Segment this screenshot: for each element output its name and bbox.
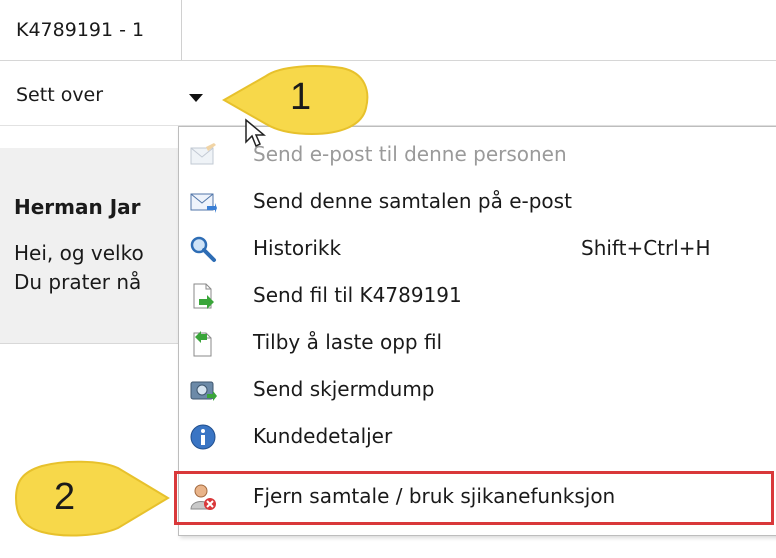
menu-item-offer-upload[interactable]: Tilby å laste opp fil	[179, 321, 776, 365]
file-send-icon	[193, 283, 214, 309]
menu-item-send-email[interactable]: Send e-post til denne personen	[179, 133, 776, 177]
menu-item-label: Send skjermdump	[253, 377, 435, 401]
callout-two-number: 2	[54, 476, 76, 518]
menu-item-history[interactable]: Historikk Shift+Ctrl+H	[179, 227, 776, 271]
file-upload-icon	[193, 331, 212, 357]
chevron-down-icon	[189, 94, 203, 102]
conversation-tab[interactable]: K4789191 - 1	[8, 0, 182, 60]
menu-item-send-screenshot[interactable]: Send skjermdump	[179, 368, 776, 412]
chat-participant-name: Herman Jar	[14, 195, 141, 219]
highlight-frame	[174, 471, 774, 525]
chat-message-line: Du prater nå	[14, 270, 142, 294]
menu-item-label: Kundedetaljer	[253, 424, 393, 448]
menu-item-customer-details[interactable]: Kundedetaljer	[179, 415, 776, 459]
menu-item-label: Send fil til K4789191	[253, 283, 462, 307]
toolbar	[0, 61, 776, 126]
info-icon	[190, 424, 216, 450]
screenshot-icon	[190, 381, 217, 401]
menu-item-label: Historikk	[253, 236, 342, 260]
chat-message-line: Hei, og velko	[14, 241, 144, 265]
callout-one-number: 1	[290, 76, 312, 118]
callout-two-badge	[14, 460, 170, 537]
menu-dropdown-button[interactable]	[180, 80, 216, 116]
menu-item-shortcut: Shift+Ctrl+H	[581, 236, 711, 260]
tab-bar: K4789191 - 1	[0, 0, 776, 61]
menu-item-label: Tilby å laste opp fil	[253, 330, 443, 354]
magnifier-icon	[190, 236, 216, 262]
email-edit-icon	[190, 143, 216, 165]
mouse-cursor-icon	[245, 118, 266, 148]
menu-item-email-conversation[interactable]: Send denne samtalen på e-post	[179, 180, 776, 224]
menu-item-send-file[interactable]: Send fil til K4789191	[179, 274, 776, 318]
menu-item-label: Send denne samtalen på e-post	[253, 189, 572, 213]
menu-item-label: Send e-post til denne personen	[253, 142, 567, 166]
email-send-icon	[190, 193, 217, 213]
tab-title: K4789191 - 1	[16, 19, 145, 41]
transfer-button[interactable]: Sett over	[16, 84, 103, 106]
